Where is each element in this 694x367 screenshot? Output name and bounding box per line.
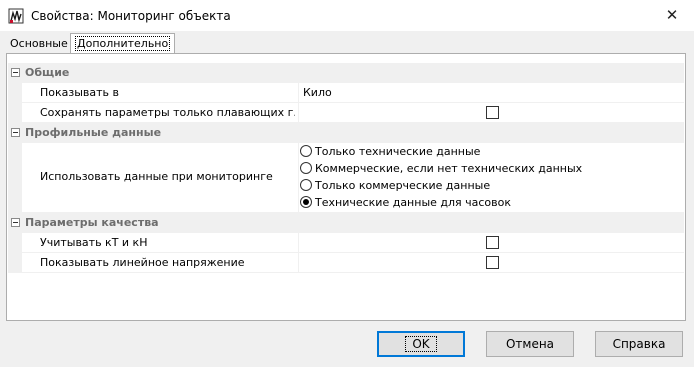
tab-additional-label: Дополнительно [75, 36, 171, 51]
tab-basic[interactable]: Основные [6, 35, 72, 52]
property-grid: Общие Показывать в Кило Сохранять параме… [8, 63, 684, 273]
category-label: Параметры качества [25, 216, 159, 229]
collapse-icon[interactable] [11, 218, 20, 227]
close-icon[interactable]: ✕ [660, 4, 684, 26]
property-name: Сохранять параметры только плавающих г..… [40, 106, 295, 119]
category-label: Профильные данные [25, 126, 162, 139]
radio-option[interactable]: Только технические данные [300, 144, 480, 161]
radio-label: Технические данные для часовок [315, 196, 512, 209]
property-row-show-in[interactable]: Показывать в Кило [8, 83, 684, 103]
radio-button[interactable] [300, 162, 312, 174]
row-gutter [8, 253, 22, 272]
radio-button[interactable] [300, 145, 312, 157]
radio-option[interactable]: Коммерческие, если нет технических данны… [300, 161, 582, 178]
radio-button[interactable] [300, 179, 312, 191]
row-gutter [8, 103, 22, 122]
tab-strip: Основные Дополнительно [0, 31, 694, 53]
row-gutter [8, 233, 22, 252]
tab-additional[interactable]: Дополнительно [70, 33, 176, 53]
window-title: Свойства: Мониторинг объекта [31, 9, 231, 23]
radio-label: Только технические данные [315, 145, 481, 158]
property-name: Показывать в [40, 86, 120, 99]
property-name: Учитывать кТ и кН [40, 236, 148, 249]
column-divider [298, 143, 299, 212]
radio-button-selected[interactable] [300, 196, 312, 208]
category-label: Общие [25, 66, 70, 79]
row-gutter [8, 143, 22, 212]
property-name: Использовать данные при мониторинге [40, 170, 273, 183]
property-grid-panel: Общие Показывать в Кило Сохранять параме… [6, 53, 686, 321]
app-icon [8, 8, 24, 24]
column-divider [298, 233, 299, 252]
radio-label: Только коммерческие данные [315, 179, 491, 192]
category-profile-data[interactable]: Профильные данные [8, 123, 684, 143]
title-bar: Свойства: Мониторинг объекта ✕ [0, 0, 694, 31]
tab-basic-label: Основные [10, 37, 68, 50]
collapse-icon[interactable] [11, 128, 20, 137]
cancel-button-label: Отмена [505, 337, 555, 351]
save-floating-checkbox[interactable] [486, 106, 499, 119]
radio-option-selected[interactable]: Технические данные для часовок [300, 195, 511, 212]
kt-kn-checkbox[interactable] [486, 236, 499, 249]
property-row-save-floating[interactable]: Сохранять параметры только плавающих г..… [8, 103, 684, 123]
collapse-icon[interactable] [11, 68, 20, 77]
help-button-label: Справка [612, 337, 666, 351]
help-button[interactable]: Справка [595, 331, 683, 357]
column-divider [298, 253, 299, 272]
column-divider [298, 83, 299, 102]
radio-label: Коммерческие, если нет технических данны… [315, 162, 583, 175]
property-row-use-data[interactable]: Использовать данные при мониторинге Толь… [8, 143, 684, 213]
cancel-button[interactable]: Отмена [486, 331, 574, 357]
category-quality-params[interactable]: Параметры качества [8, 213, 684, 233]
property-row-line-voltage[interactable]: Показывать линейное напряжение [8, 253, 684, 273]
property-row-kt-kn[interactable]: Учитывать кТ и кН [8, 233, 684, 253]
category-general[interactable]: Общие [8, 63, 684, 83]
property-name: Показывать линейное напряжение [40, 256, 245, 269]
ok-button[interactable]: OK [377, 331, 465, 357]
radio-option[interactable]: Только коммерческие данные [300, 178, 490, 195]
ok-button-label: OK [405, 336, 437, 352]
line-voltage-checkbox[interactable] [486, 256, 499, 269]
property-value[interactable]: Кило [303, 86, 332, 100]
row-gutter [8, 83, 22, 102]
column-divider [298, 103, 299, 122]
